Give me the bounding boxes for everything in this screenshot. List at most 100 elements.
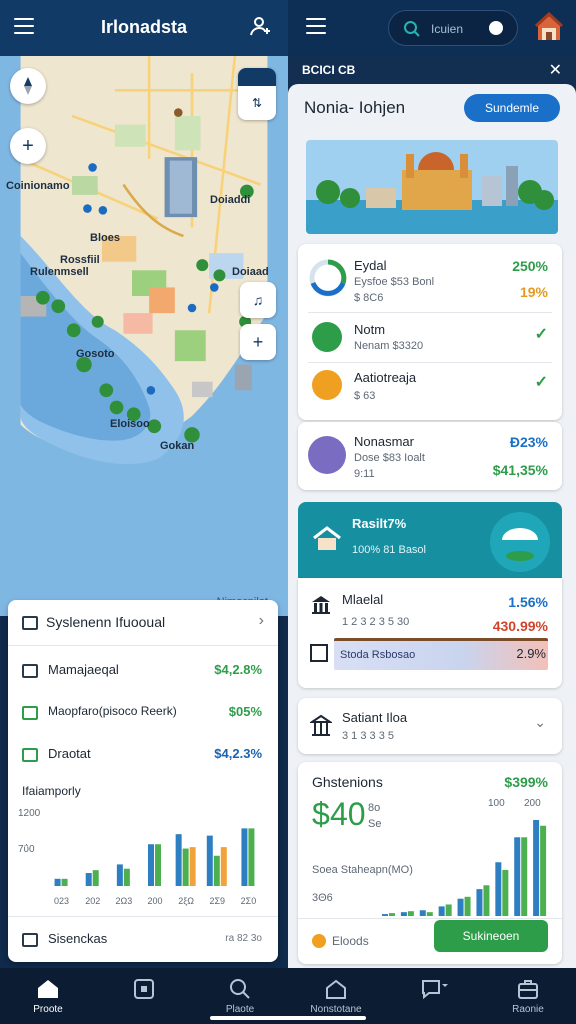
list-item[interactable]: Maopfaro(pisoco Reerk) $05% (8, 692, 278, 732)
house-avatar-icon[interactable] (534, 12, 564, 44)
app-title: Irlonadsta (100, 17, 188, 37)
highlight-banner[interactable]: Rasilt7% 100% 81 Basol (298, 502, 562, 578)
chart-bar (155, 844, 161, 886)
big-number-prefix: $ (312, 796, 330, 832)
user-icon[interactable] (248, 14, 272, 38)
divider (308, 312, 552, 313)
divider (308, 362, 552, 363)
top-app-bar: Irlonadsta Icuien (0, 0, 576, 56)
chart-bar (514, 837, 521, 916)
layer-toggle-button[interactable]: ⇅ (238, 68, 276, 120)
search-field[interactable]: Icuien (388, 10, 518, 46)
map-label: Eloisoo (110, 418, 150, 430)
summary-card-header[interactable]: Syslenenn Ifuooual › (8, 600, 278, 646)
map-label: Rulenmsell (30, 266, 89, 278)
chart-bar (241, 828, 248, 886)
x-tick-label: 2ξΩ (178, 896, 194, 906)
check-box-icon (22, 748, 38, 762)
chart-bar (182, 848, 189, 886)
detail-subtitle: 1 2 3 2 3 5 30 (342, 616, 410, 628)
row-value: $4,2.8% (214, 662, 262, 677)
check-icon: ✓ (534, 326, 548, 343)
chart-bar (61, 878, 68, 886)
nav-label: Plaote (225, 1004, 255, 1015)
bank-icon (312, 596, 330, 614)
divider (298, 918, 562, 919)
detail-title: Mlaelal (342, 592, 384, 607)
chart-bar (123, 868, 130, 886)
item-value: 19% (519, 284, 548, 300)
nav-square[interactable] (96, 968, 192, 1024)
accordion-title: Satiant Iloa (342, 710, 408, 725)
nav-messages[interactable] (384, 968, 480, 1024)
item-subtitle: Dose $83 Ioalt (354, 452, 425, 464)
detail-value: 1.56% (508, 594, 548, 610)
summary-item-card[interactable]: Nonasmar Dose $83 Ioalt 9:11 Đ23% $41,35… (298, 422, 562, 490)
item-subtitle: 9:11 (354, 468, 375, 480)
chart-bar (85, 873, 92, 886)
image-icon (310, 644, 328, 662)
stats-card: Ghstenions $399% $ 40 8o Se Soea Staheap… (298, 762, 562, 964)
chart-bar (495, 862, 502, 916)
search-icon (230, 979, 250, 999)
chart-bar (476, 889, 483, 916)
item-value: Đ23% (509, 434, 548, 450)
row-label: Draotat (48, 746, 91, 761)
calendar-icon (22, 664, 38, 678)
search-text: Icuien (431, 22, 464, 36)
music-layer-button[interactable]: ♫ (240, 282, 276, 318)
list-item[interactable]: Draotat $4,2.3% (8, 734, 278, 774)
chart-bar (540, 825, 547, 916)
chart-bar (521, 837, 528, 916)
zoom-in-button-right[interactable]: + (240, 324, 276, 360)
institution-icon (310, 714, 332, 736)
submit-button[interactable]: Sukineoen (434, 920, 548, 952)
menu-icon[interactable] (306, 18, 326, 34)
city-map[interactable]: Coinionamo Rossfiil Rulenmsell Doiaddi G… (0, 56, 288, 616)
stats-axis-label: 3Θ6 (312, 892, 333, 904)
close-icon[interactable]: ✕ (549, 60, 562, 80)
stats-title: Ghstenions (312, 774, 383, 790)
nav-home[interactable]: Proote (0, 968, 96, 1024)
check-icon: ✓ (534, 374, 548, 391)
chart-bar (389, 913, 395, 916)
right-panel-header: BCICI CB ✕ (288, 56, 576, 84)
chart-bar (445, 904, 452, 916)
nav-label: Raonie (512, 1004, 544, 1015)
map-label: Doiaad (232, 266, 269, 278)
x-tick-label: 2Ω3 (115, 896, 132, 906)
chart-bar (502, 869, 509, 916)
nav-profile[interactable]: Raonie (480, 968, 576, 1024)
big-number: 40 (330, 796, 366, 832)
y-tick-label: 200 (524, 798, 541, 809)
y-tick-label: 100 (488, 798, 505, 809)
leaf-icon (312, 322, 342, 352)
swap-icon: ⇅ (251, 96, 263, 110)
list-item[interactable]: Mamajaeqal $4,2.8% (8, 650, 278, 690)
summary-card-footer[interactable]: Sisenckas ra 82 3o (8, 916, 278, 962)
chat-icon (422, 980, 448, 1000)
home-indicator (210, 1016, 366, 1020)
item-subtitle: Eysfoe $53 Bonl (354, 276, 435, 288)
schedule-button[interactable]: Sundemle (464, 94, 560, 122)
weather-icon (490, 512, 550, 572)
accordion-item[interactable]: Satiant Iloa 3 1 3 3 3 5 ⌄ (298, 698, 562, 754)
row-label: Mamajaeqal (48, 662, 119, 677)
chart-bar (400, 912, 407, 916)
map-label: Gosoto (76, 348, 115, 360)
mail-icon (22, 706, 38, 720)
chart-bar (54, 878, 61, 886)
search-icon (404, 21, 420, 37)
x-tick-label: 2Σ9 (209, 896, 225, 906)
document-icon (22, 616, 38, 630)
compass-icon[interactable] (10, 68, 46, 104)
zoom-in-button[interactable]: + (10, 128, 46, 164)
item-value: 250% (512, 258, 548, 274)
theme-toggle-icon[interactable] (489, 21, 503, 35)
summary-card: Syslenenn Ifuooual › Mamajaeqal $4,2.8% … (8, 600, 278, 962)
item-title: Nonasmar (354, 434, 414, 449)
chart-bar (175, 834, 182, 886)
house-icon (313, 526, 341, 550)
left-bar-chart: 1200 7ΰ0 023 202 2Ω3 200 2ξΩ 2Σ9 2Σ0 (18, 808, 256, 906)
chart-bar (407, 911, 414, 916)
